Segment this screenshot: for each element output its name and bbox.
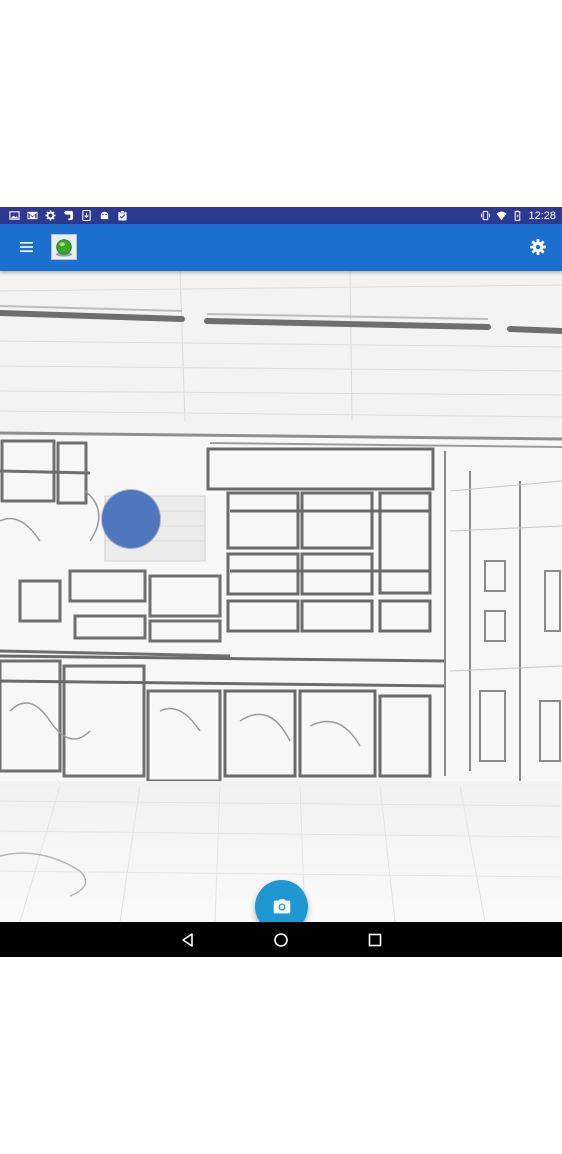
hamburger-menu-icon[interactable]	[17, 237, 37, 257]
download-icon	[81, 210, 92, 221]
gear-icon[interactable]	[528, 237, 548, 257]
evernote-icon	[63, 210, 74, 221]
home-icon[interactable]	[271, 930, 291, 950]
sketch-scene	[0, 271, 562, 922]
clipboard-icon	[117, 210, 128, 221]
camera-preview[interactable]	[0, 271, 562, 922]
navigation-bar	[0, 922, 562, 957]
tracking-marker[interactable]	[102, 490, 160, 548]
wifi-icon	[496, 210, 508, 221]
battery-icon	[512, 210, 523, 221]
device-screen: 12:28	[0, 207, 562, 957]
recents-icon[interactable]	[365, 930, 385, 950]
green-ball-logo-icon	[51, 234, 77, 260]
settings-cog-icon	[45, 210, 56, 221]
notification-icons	[0, 210, 128, 221]
app-bar	[0, 224, 562, 271]
system-icons: 12:28	[480, 210, 562, 222]
gmail-icon	[27, 210, 38, 221]
back-icon[interactable]	[178, 930, 198, 950]
android-icon	[99, 210, 110, 221]
clock: 12:28	[528, 209, 556, 222]
vibrate-icon	[480, 210, 491, 221]
status-bar: 12:28	[0, 207, 562, 224]
image-icon	[9, 210, 20, 221]
camera-icon	[273, 898, 290, 913]
